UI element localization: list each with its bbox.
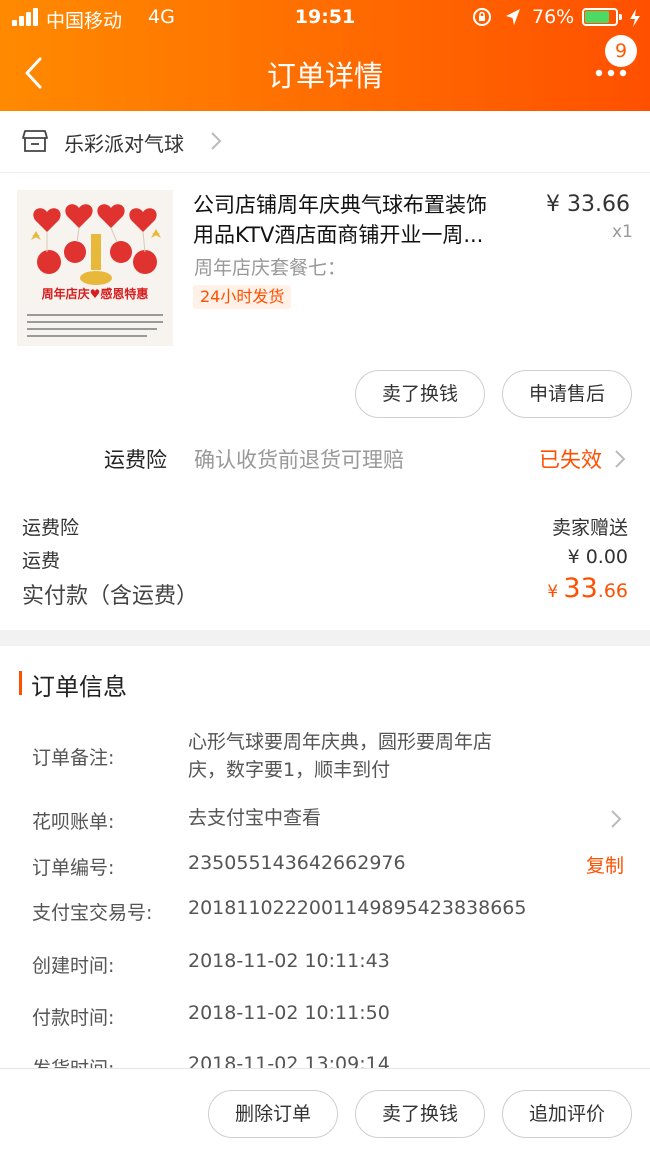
huabei-label: 花呗账单: bbox=[32, 811, 115, 833]
insurance-desc: 确认收货前退货可理赔 bbox=[194, 448, 404, 472]
charging-icon bbox=[630, 9, 640, 27]
note-label: 订单备注: bbox=[32, 747, 115, 769]
location-icon bbox=[506, 9, 520, 25]
order-info-title: 订单信息 bbox=[31, 673, 127, 701]
product-spec: 周年店庆套餐七： bbox=[194, 257, 347, 279]
more-icon[interactable] bbox=[594, 68, 628, 78]
created-time-label: 创建时间: bbox=[32, 955, 115, 977]
delete-order-button[interactable]: 删除订单 bbox=[208, 1090, 338, 1138]
order-number: 235055143642662976 bbox=[188, 852, 406, 874]
fee-insurance-value: 卖家赠送 bbox=[551, 517, 628, 539]
chevron-right-icon bbox=[611, 810, 622, 828]
status-bar: 中国移动 4G 19:51 76% bbox=[0, 0, 650, 36]
add-review-button[interactable]: 追加评价 bbox=[502, 1090, 632, 1138]
fee-insurance-label: 运费险 bbox=[22, 517, 80, 539]
after-sale-button[interactable]: 申请售后 bbox=[502, 370, 632, 418]
paid-time-label: 付款时间: bbox=[32, 1007, 115, 1029]
created-time: 2018-11-02 10:11:43 bbox=[188, 950, 390, 972]
product-title-line2: 用品KTV酒店面商铺开业一周... bbox=[193, 223, 484, 247]
paid-integer: 33 bbox=[563, 573, 598, 604]
huabei-link[interactable]: 去支付宝中查看 bbox=[188, 804, 321, 832]
fee-shipping-value: ¥ 0.00 bbox=[567, 546, 628, 568]
battery-icon bbox=[582, 8, 622, 26]
shop-name[interactable]: 乐彩派对气球 bbox=[64, 128, 184, 157]
message-badge[interactable]: 9 bbox=[605, 35, 637, 67]
product-image-banner: 周年店庆♥感恩特惠 bbox=[42, 286, 149, 301]
product-image[interactable]: 周年店庆♥感恩特惠 bbox=[17, 190, 173, 346]
header: 中国移动 4G 19:51 76% 订单详情 9 bbox=[0, 0, 650, 111]
insurance-label: 运费险 bbox=[104, 448, 167, 472]
sell-button-bottom[interactable]: 卖了换钱 bbox=[355, 1090, 485, 1138]
bottom-action-bar: 删除订单 卖了换钱 追加评价 bbox=[0, 1068, 650, 1156]
product-price: ¥ 33.66 bbox=[546, 192, 630, 217]
sell-button[interactable]: 卖了换钱 bbox=[355, 370, 485, 418]
note-line2: 庆，数字要1，顺丰到付 bbox=[188, 759, 391, 781]
paid-label: 实付款（含运费） bbox=[22, 584, 199, 609]
shop-row[interactable]: 乐彩派对气球 bbox=[0, 111, 650, 173]
fee-shipping-label: 运费 bbox=[22, 550, 61, 572]
alipay-trade-label: 支付宝交易号: bbox=[32, 902, 153, 924]
product-title[interactable]: 公司店铺周年庆典气球布置装饰 用品KTV酒店面商铺开业一周... bbox=[193, 190, 523, 250]
chevron-right-icon bbox=[211, 132, 222, 150]
note-line1: 心形气球要周年庆典，圆形要周年店 bbox=[188, 731, 493, 753]
battery-percent: 76% bbox=[532, 6, 575, 28]
paid-amount: ¥ 33.66 bbox=[547, 573, 628, 604]
note-value: 心形气球要周年庆典，圆形要周年店 庆，数字要1，顺丰到付 bbox=[188, 728, 492, 784]
page-title: 订单详情 bbox=[266, 59, 383, 93]
insurance-row[interactable]: 运费险 确认收货前退货可理赔 已失效 bbox=[0, 432, 650, 488]
alipay-trade-number: 2018110222001149895423838665 bbox=[188, 897, 527, 919]
paid-time: 2018-11-02 10:11:50 bbox=[188, 1002, 390, 1024]
product-quantity: x1 bbox=[612, 222, 633, 242]
chevron-right-icon bbox=[615, 450, 626, 468]
copy-button[interactable]: 复制 bbox=[586, 851, 624, 878]
section-divider bbox=[0, 630, 650, 646]
order-number-label: 订单编号: bbox=[32, 857, 115, 879]
product-title-line1: 公司店铺周年庆典气球布置装饰 bbox=[193, 193, 487, 217]
rotation-lock-icon bbox=[473, 8, 491, 26]
section-accent-bar bbox=[19, 671, 22, 695]
shipping-tag: 24小时发货 bbox=[193, 285, 292, 309]
balloon-photo: 周年店庆♥感恩特惠 bbox=[17, 190, 173, 346]
store-icon bbox=[22, 130, 48, 152]
paid-decimal: .66 bbox=[597, 580, 628, 602]
insurance-status: 已失效 bbox=[539, 448, 602, 472]
paid-currency: ¥ bbox=[547, 582, 564, 602]
